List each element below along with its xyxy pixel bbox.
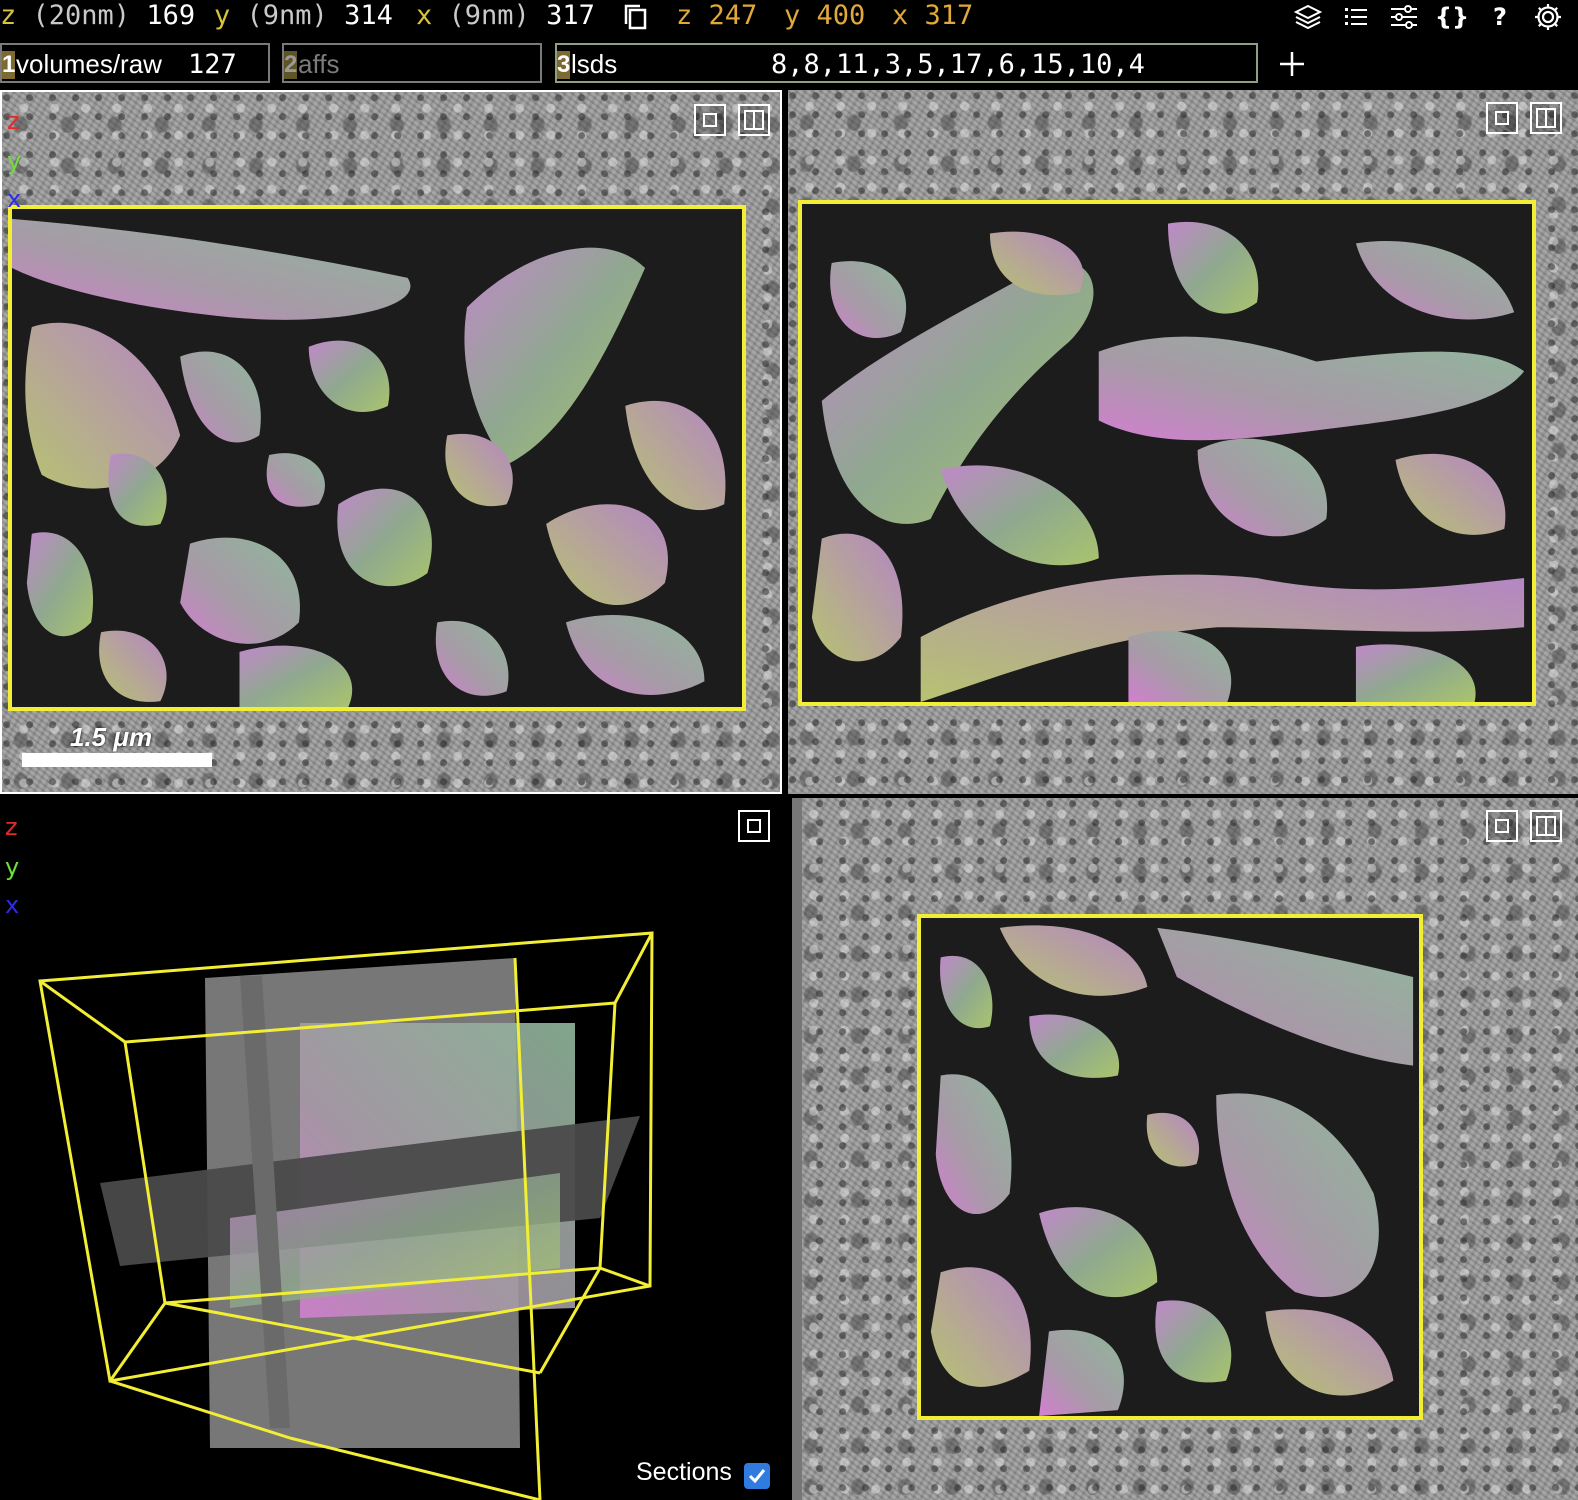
maximize-icon bbox=[703, 113, 717, 127]
mouse-z-value: 247 bbox=[708, 0, 758, 31]
maximize-panel-button[interactable] bbox=[1486, 810, 1518, 842]
scale-bar-label: 1.5 μm bbox=[70, 722, 153, 752]
maximize-panel-button[interactable] bbox=[738, 810, 770, 842]
3d-scene bbox=[38, 931, 654, 1500]
position-x[interactable]: x (9nm) 317 bbox=[416, 0, 595, 34]
mouse-position-x: x 317 bbox=[892, 0, 973, 34]
mouse-y-value: 400 bbox=[816, 0, 866, 31]
y-value: 314 bbox=[344, 0, 393, 31]
mouse-x-label: x bbox=[892, 0, 909, 31]
settings-sliders-icon[interactable] bbox=[1388, 2, 1420, 32]
z-value: 169 bbox=[146, 0, 196, 31]
axis-z-indicator: z bbox=[7, 107, 20, 135]
layer-value: 8,8,11,3,5,17,6,15,10,4 bbox=[771, 49, 1145, 80]
axis-x-label: x bbox=[416, 0, 433, 31]
layer-name: volumes/raw bbox=[16, 49, 162, 79]
position-z[interactable]: z (20nm) 169 bbox=[0, 0, 195, 34]
xy-slice-view[interactable]: z y x 1.5 μm bbox=[0, 90, 782, 794]
position-y[interactable]: y (9nm) 314 bbox=[214, 0, 393, 34]
mouse-z-label: z bbox=[676, 0, 693, 31]
copy-position-icon[interactable] bbox=[620, 2, 652, 32]
layer-tab-volumes-raw[interactable]: 1 volumes/raw 127 bbox=[0, 43, 270, 83]
scale-bar bbox=[22, 753, 212, 767]
help-label: ? bbox=[1493, 3, 1507, 31]
layer-bar: 1 volumes/raw 127 2 affs 3 lsds 8,8,11,3… bbox=[0, 40, 1578, 88]
mouse-position-y: y 400 bbox=[784, 0, 865, 34]
layer-number: 1 bbox=[2, 51, 16, 79]
layer-number: 2 bbox=[284, 51, 298, 79]
lsd-overlay bbox=[921, 918, 1419, 1416]
split-divider bbox=[1545, 108, 1547, 128]
lsd-bounding-box bbox=[8, 205, 746, 711]
axis-x-indicator: x bbox=[7, 185, 22, 213]
z-unit: (20nm) bbox=[32, 0, 131, 31]
mouse-x-value: 317 bbox=[924, 0, 974, 31]
layer-name: lsds bbox=[571, 49, 618, 79]
panel-edge bbox=[792, 798, 802, 1500]
help-icon[interactable]: ? bbox=[1484, 2, 1516, 32]
sections-checkbox[interactable] bbox=[744, 1463, 770, 1489]
maximize-icon bbox=[747, 819, 761, 833]
split-panel-button[interactable] bbox=[738, 104, 770, 136]
3d-view[interactable]: z y x Sections bbox=[0, 798, 786, 1500]
layers-icon[interactable] bbox=[1292, 2, 1324, 32]
add-layer-button[interactable] bbox=[1274, 46, 1310, 82]
x-value: 317 bbox=[546, 0, 595, 31]
lsd-overlay bbox=[802, 204, 1532, 702]
xz-slice-view[interactable] bbox=[788, 90, 1578, 794]
layer-tab-affs[interactable]: 2 affs bbox=[282, 43, 542, 83]
split-divider bbox=[1545, 816, 1547, 836]
layer-tab-lsds[interactable]: 3 lsds 8,8,11,3,5,17,6,15,10,4 bbox=[555, 43, 1258, 83]
json-state-icon[interactable]: {} bbox=[1434, 2, 1470, 32]
maximize-icon bbox=[1495, 819, 1509, 833]
sections-label: Sections bbox=[636, 1458, 732, 1486]
x-unit: (9nm) bbox=[448, 0, 530, 31]
split-divider bbox=[753, 110, 755, 130]
maximize-panel-button[interactable] bbox=[1486, 102, 1518, 134]
split-panel-button[interactable] bbox=[1530, 810, 1562, 842]
axis-z-label: z bbox=[0, 0, 17, 31]
maximize-icon bbox=[1495, 111, 1509, 125]
axis-y-indicator: y bbox=[7, 147, 22, 175]
position-bar: z (20nm) 169 y (9nm) 314 x (9nm) 317 z 2… bbox=[0, 0, 1578, 34]
lsd-overlay bbox=[12, 209, 742, 707]
layer-value: 127 bbox=[188, 49, 237, 80]
axis-y-label: y bbox=[214, 0, 231, 31]
gear-icon[interactable] bbox=[1532, 2, 1564, 32]
split-panel-button[interactable] bbox=[1530, 102, 1562, 134]
yz-slice-view[interactable] bbox=[792, 798, 1578, 1500]
mouse-y-label: y bbox=[784, 0, 801, 31]
layer-name: affs bbox=[298, 49, 340, 79]
lsd-bounding-box bbox=[917, 914, 1423, 1420]
layer-number: 3 bbox=[557, 51, 571, 79]
json-state-label: {} bbox=[1434, 3, 1470, 31]
y-unit: (9nm) bbox=[246, 0, 328, 31]
list-icon[interactable] bbox=[1340, 2, 1372, 32]
maximize-panel-button[interactable] bbox=[694, 104, 726, 136]
lsd-bounding-box bbox=[798, 200, 1536, 706]
mouse-position-z: z 247 bbox=[676, 0, 757, 34]
